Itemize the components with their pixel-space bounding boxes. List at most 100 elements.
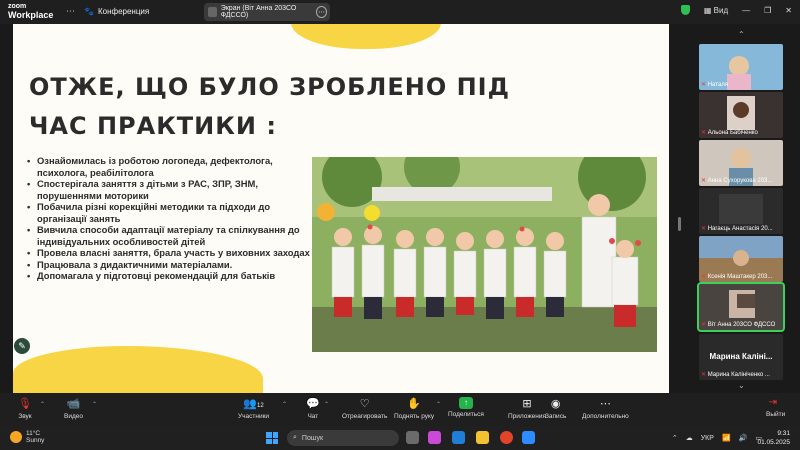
mic-muted-icon: ✕	[701, 322, 707, 328]
temperature: 11°C	[26, 430, 41, 437]
participants-button[interactable]: 👥12 Участники	[238, 397, 269, 420]
chevron-down-icon[interactable]: ⌄	[738, 381, 745, 390]
record-label: Запись	[545, 413, 567, 420]
raise-hand-options-chevron-icon[interactable]: ⌃	[436, 401, 441, 408]
video-button[interactable]: 📹 Видео	[64, 397, 83, 420]
more-button[interactable]: ⋯ Дополнительно	[582, 397, 629, 420]
screen-share-pill[interactable]: Экран (Віт Анна 203СО ФДССО) ⋯	[204, 3, 330, 21]
audio-options-chevron-icon[interactable]: ⌃	[40, 401, 45, 408]
share-button[interactable]: ↑ Поделиться	[448, 397, 484, 418]
apps-button[interactable]: ⊞ Приложения	[508, 397, 546, 420]
wifi-icon[interactable]: 📶	[722, 434, 731, 442]
chevron-up-icon[interactable]: ⌃	[738, 30, 745, 39]
taskbar-search[interactable]: ⌕ Пошук	[287, 430, 399, 446]
conference-menu[interactable]: 🐾 Конференция	[84, 7, 149, 16]
participant-name-text: Анна Сухорукова 203...	[707, 178, 773, 184]
keyboard-language[interactable]: УКР	[701, 435, 714, 442]
grid-view-icon[interactable]: ▦ Вид	[704, 6, 728, 15]
participant-name-text: Наталя	[707, 82, 729, 88]
volume-icon[interactable]: 🔊	[739, 434, 748, 442]
clock-date: 01.05.2025	[757, 439, 790, 446]
onedrive-icon[interactable]: ☁	[686, 434, 693, 442]
mic-muted-icon: ✕	[701, 372, 707, 378]
logo-line2: Workplace	[8, 10, 54, 20]
exit-icon: ⇥	[768, 397, 778, 408]
participant-tile[interactable]: Марина Калінi... ✕ Марина Калініченко ..…	[699, 334, 783, 380]
slide-title: ОТЖЕ, ЩО БУЛО ЗРОБЛЕНО ПІД ЧАС ПРАКТИКИ …	[29, 73, 510, 140]
view-label: Вид	[713, 5, 729, 15]
more-dots-icon: ⋯	[599, 398, 611, 410]
participant-tile[interactable]: ✕ Наталя	[699, 44, 783, 90]
participants-options-chevron-icon[interactable]: ⌃	[282, 401, 287, 408]
file-explorer-icon[interactable]	[476, 431, 489, 444]
weather-widget[interactable]: 11°C Sunny	[10, 430, 44, 444]
copilot-icon[interactable]	[428, 431, 441, 444]
leave-button[interactable]: ⇥ Выйти	[766, 397, 785, 418]
conference-label: Конференция	[97, 7, 150, 16]
chat-label: Чат	[307, 413, 319, 420]
search-icon: ⌕	[293, 434, 297, 441]
task-view-icon[interactable]	[406, 431, 419, 444]
mic-muted-icon: ✕	[701, 130, 707, 136]
windows-start-icon[interactable]	[266, 432, 278, 444]
children-group-photo	[312, 157, 657, 352]
annotate-pencil-icon[interactable]: ✎	[14, 338, 30, 354]
mic-muted-icon: 🎙	[18, 398, 32, 410]
participant-gallery: ⌃ ✕ Наталя ✕ Альона Бабіченко ✕ Анна Сух…	[670, 24, 800, 393]
search-placeholder: Пошук	[301, 434, 324, 442]
paw-icon: 🐾	[84, 7, 94, 16]
more-options-icon[interactable]: ⋯	[316, 6, 327, 18]
raise-hand-label: Поднять руку	[394, 413, 435, 420]
edge-icon[interactable]	[452, 431, 465, 444]
participant-name-text: Марина Калініченко ...	[707, 372, 770, 378]
participant-name: ✕ Марина Калініченко ...	[701, 371, 770, 378]
zoom-logo: zoom Workplace	[8, 2, 53, 20]
title-bar: zoom Workplace ⋯ 🐾 Конференция Экран (Ві…	[0, 0, 800, 24]
participant-tile[interactable]: ✕ Анна Сухорукова 203...	[699, 140, 783, 186]
more-dots-icon[interactable]: ⋯	[66, 6, 75, 17]
bullet-item: Спостерігала заняття з дітьми з РАС, ЗПР…	[27, 178, 317, 201]
chat-button[interactable]: 💬 Чат	[306, 397, 320, 420]
meeting-toolbar: 🎙 Звук ⌃ 📹 Видео ⌃ 👥12 Участники ⌃ 💬 Чат…	[0, 393, 800, 426]
maximize-icon[interactable]: ❐	[764, 6, 771, 15]
minimize-icon[interactable]: —	[742, 6, 750, 15]
record-button[interactable]: ◉ Запись	[545, 397, 566, 420]
record-icon: ◉	[550, 398, 561, 410]
participant-name: ✕ Віт Анна 203СО ФДССО	[701, 321, 775, 328]
chrome-icon[interactable]	[500, 431, 513, 444]
zoom-app-icon[interactable]	[522, 431, 535, 444]
video-off-icon: 📹	[66, 398, 81, 410]
chat-options-chevron-icon[interactable]: ⌃	[324, 401, 329, 408]
close-icon[interactable]: ✕	[785, 6, 792, 15]
video-options-chevron-icon[interactable]: ⌃	[92, 401, 97, 408]
participant-tile[interactable]: ✕ Альона Бабіченко	[699, 92, 783, 138]
system-clock[interactable]: 9:31 01.05.2025	[757, 429, 790, 447]
chat-icon: 💬	[306, 398, 320, 410]
participant-name: ✕ Анна Сухорукова 203...	[701, 177, 772, 184]
gallery-resize-handle[interactable]	[678, 217, 681, 231]
mic-muted-icon: ✕	[701, 178, 707, 184]
participant-tile[interactable]: ✕ Нагаєць Анастасія 20...	[699, 188, 783, 234]
audio-button[interactable]: 🎙 Звук	[18, 397, 32, 420]
audio-label: Звук	[18, 413, 32, 420]
screen-share-label: Экран (Віт Анна 203СО ФДССО)	[220, 5, 297, 19]
shared-slide: ОТЖЕ, ЩО БУЛО ЗРОБЛЕНО ПІД ЧАС ПРАКТИКИ …	[13, 24, 669, 393]
reactions-button[interactable]: ♡ Отреагировать	[342, 397, 387, 420]
raise-hand-button[interactable]: ✋ Поднять руку	[394, 397, 434, 420]
participant-tile-active-speaker[interactable]: ✕ Віт Анна 203СО ФДССО	[697, 282, 785, 332]
reactions-label: Отреагировать	[342, 413, 388, 420]
security-shield-icon[interactable]	[680, 5, 690, 15]
bullet-item: Допомагала у підготовці рекомендацій для…	[27, 270, 317, 282]
yellow-brush-top	[291, 24, 441, 49]
share-screen-icon: ↑	[458, 397, 473, 409]
hand-icon: ✋	[407, 398, 421, 410]
system-tray: ⌃ ☁ УКР 📶 🔊 ▭	[672, 434, 762, 443]
windows-taskbar: 11°C Sunny ⌕ Пошук ⌃ ☁ УКР 📶 🔊 ▭ 9:31 01…	[0, 426, 800, 450]
participant-name-text: Нагаєць Анастасія 20...	[707, 226, 773, 232]
tray-chevron-icon[interactable]: ⌃	[672, 434, 678, 442]
weather-condition: Sunny	[26, 437, 45, 444]
zoom-window: zoom Workplace ⋯ 🐾 Конференция Экран (Ві…	[0, 0, 800, 450]
participant-tile[interactable]: ✕ Ксенія Маштакер 203...	[699, 236, 783, 282]
apps-grid-icon: ⊞	[522, 398, 532, 410]
participant-name-text: Альона Бабіченко	[707, 130, 758, 136]
